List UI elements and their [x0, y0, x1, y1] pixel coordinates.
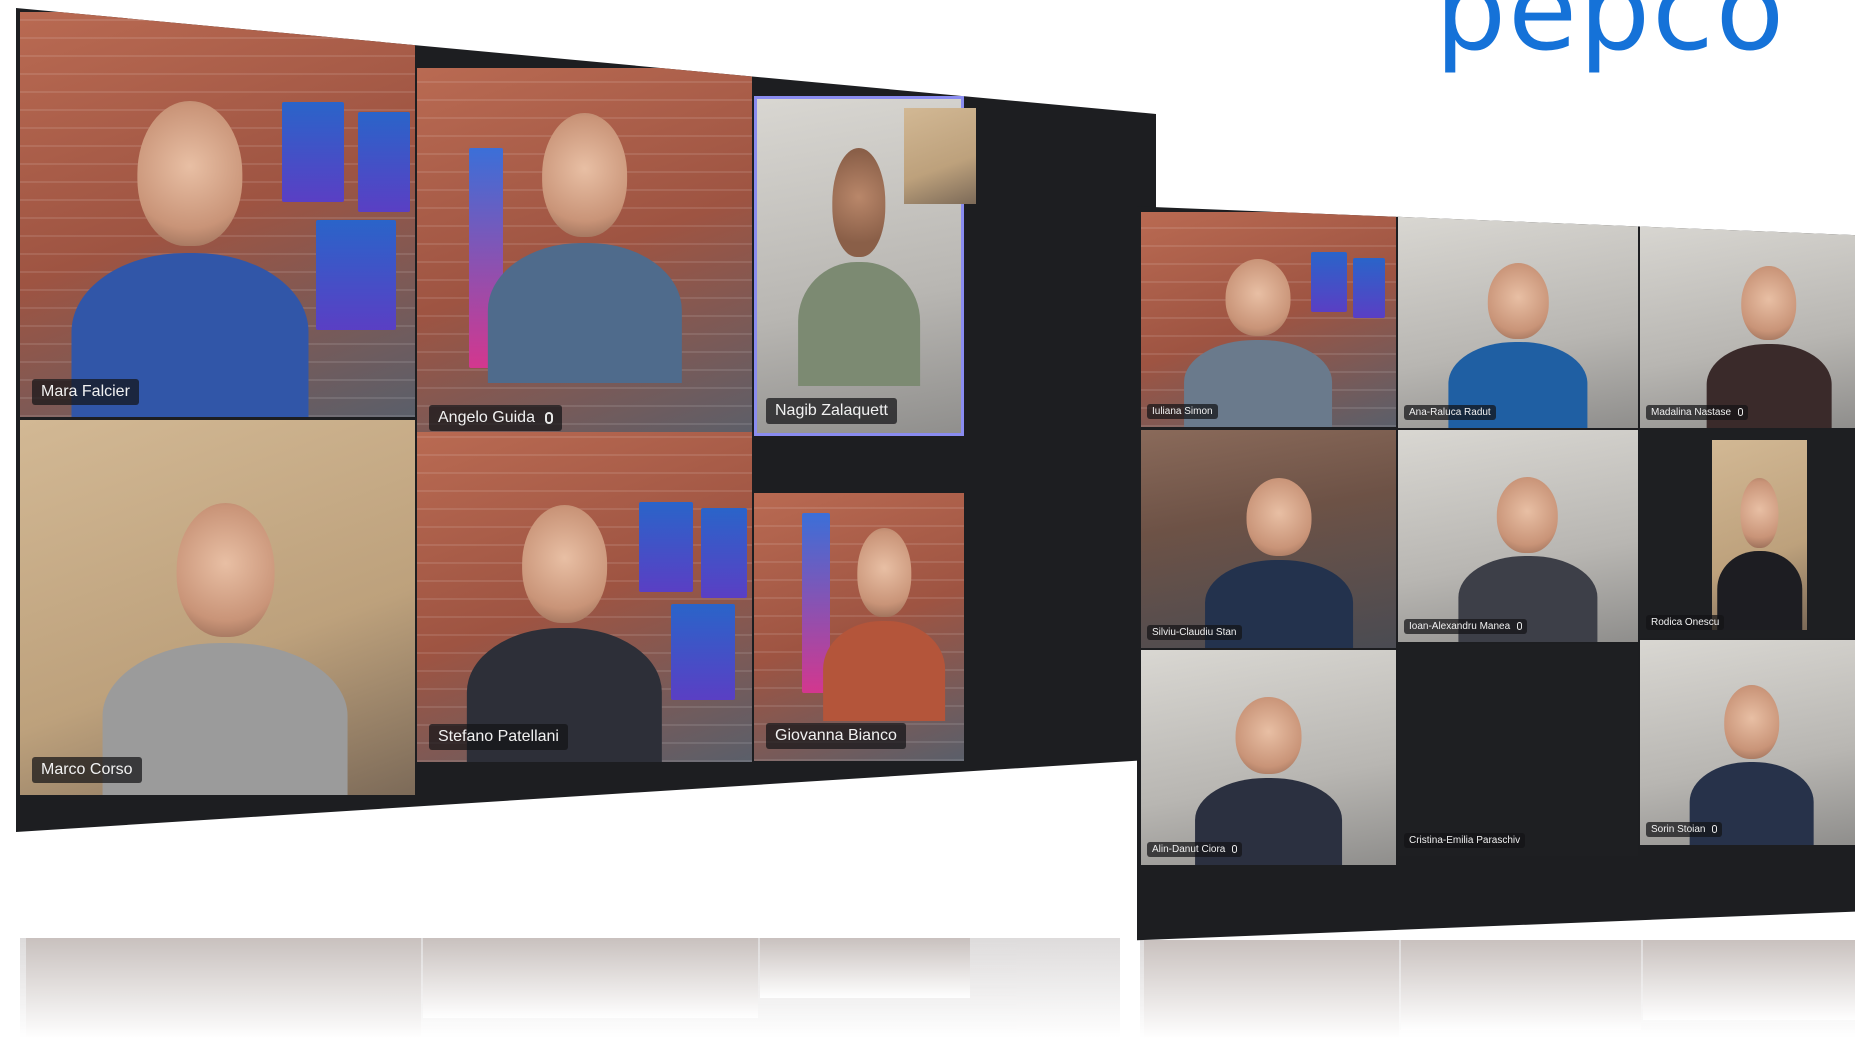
participant-name: Sorin Stoian [1651, 824, 1706, 835]
poster-respect [671, 604, 735, 700]
name-tag: Mara Falcier [32, 379, 139, 405]
participant-video [1706, 265, 1832, 428]
participant-tile-stefano-patellani[interactable]: Stefano Patellani [417, 432, 752, 762]
participant-name: Ana-Raluca Radut [1409, 407, 1491, 418]
participant-tile-ana-raluca-radut[interactable]: Ana-Raluca Radut [1398, 216, 1638, 428]
pepco-logo: pepco [1435, 0, 1787, 76]
participant-tile-silviu-claudiu-stan[interactable]: Silviu-Claudiu Stan [1141, 430, 1396, 648]
left-grid-reflection [20, 938, 1120, 1038]
name-tag: Silviu-Claudiu Stan [1147, 625, 1242, 640]
participant-name: Madalina Nastase [1651, 407, 1732, 418]
participant-tile-marco-corso[interactable]: Marco Corso [20, 420, 415, 795]
participant-tile-mara-falcier[interactable]: Mara Falcier [20, 12, 415, 417]
participant-name: Ioan-Alexandru Manea [1409, 621, 1511, 632]
participant-name: Rodica Onescu [1651, 617, 1720, 628]
muted-mic-icon [1516, 622, 1522, 631]
name-tag: Cristina-Emilia Paraschiv [1404, 833, 1526, 848]
participant-name: Angelo Guida [438, 409, 535, 426]
name-tag: Rodica Onescu [1646, 615, 1725, 630]
right-grid-reflection [1140, 940, 1855, 1038]
participant-video [487, 113, 682, 383]
muted-mic-icon [545, 411, 554, 424]
participant-name: Mara Falcier [41, 383, 130, 400]
name-tag: Nagib Zalaquett [766, 398, 897, 424]
participant-tile-cristina-emilia-paraschiv[interactable]: Cristina-Emilia Paraschiv [1398, 644, 1638, 856]
muted-mic-icon [1737, 408, 1743, 417]
poster-love-the-customer [701, 508, 747, 598]
muted-mic-icon [1232, 845, 1238, 854]
participant-video [798, 148, 920, 386]
participant-name: Cristina-Emilia Paraschiv [1409, 835, 1521, 846]
participant-video [1712, 440, 1807, 630]
participant-name: Silviu-Claudiu Stan [1152, 627, 1237, 638]
participant-video [1458, 476, 1598, 642]
participant-name: Stefano Patellani [438, 728, 559, 745]
participant-name: Iuliana Simon [1152, 406, 1213, 417]
name-tag: Marco Corso [32, 757, 142, 783]
name-tag: Madalina Nastase [1646, 405, 1748, 420]
participant-tile-madalina-nastase[interactable]: Madalina Nastase [1640, 220, 1855, 428]
name-tag: Angelo Guida [429, 405, 563, 431]
name-tag: Stefano Patellani [429, 724, 568, 750]
participant-video [1184, 259, 1333, 427]
left-video-call-grid: Mara Falcier Angelo Guida Nagib Zalaquet… [16, 8, 1156, 832]
participant-tile-sorin-stoian[interactable]: Sorin Stoian [1640, 640, 1855, 845]
participant-video [71, 101, 309, 417]
participant-tile-alin-danut-ciora[interactable]: Alin-Danut Ciora [1141, 650, 1396, 865]
right-video-call-grid: Iuliana Simon Ana-Raluca Radut Madalina … [1137, 206, 1855, 941]
poster [1353, 258, 1385, 318]
participant-thumbnail[interactable] [904, 108, 976, 204]
participant-video [1448, 262, 1588, 428]
participant-tile-ioan-alexandru-manea[interactable]: Ioan-Alexandru Manea [1398, 430, 1638, 642]
poster-respect [316, 220, 396, 330]
participant-tile-rodica-onescu[interactable]: Rodica Onescu [1640, 430, 1855, 638]
participant-video [1204, 477, 1353, 648]
name-tag: Ioan-Alexandru Manea [1404, 619, 1527, 634]
participant-video [1194, 697, 1343, 865]
name-tag: Alin-Danut Ciora [1147, 842, 1243, 857]
participant-tile-iuliana-simon[interactable]: Iuliana Simon [1141, 212, 1396, 427]
participant-tile-angelo-guida[interactable]: Angelo Guida [417, 68, 752, 443]
participant-video [823, 528, 946, 721]
participant-name: Marco Corso [41, 761, 133, 778]
name-tag: Sorin Stoian [1646, 822, 1723, 837]
participant-tile-giovanna-bianco[interactable]: Giovanna Bianco [754, 493, 964, 761]
participant-video [102, 502, 348, 795]
muted-mic-icon [1712, 825, 1718, 834]
name-tag: Giovanna Bianco [766, 723, 906, 749]
poster-love-the-customer [358, 112, 410, 212]
participant-name: Nagib Zalaquett [775, 402, 888, 419]
participant-name: Giovanna Bianco [775, 727, 897, 744]
name-tag: Iuliana Simon [1147, 404, 1218, 419]
name-tag: Ana-Raluca Radut [1404, 405, 1496, 420]
participant-name: Alin-Danut Ciora [1152, 844, 1226, 855]
